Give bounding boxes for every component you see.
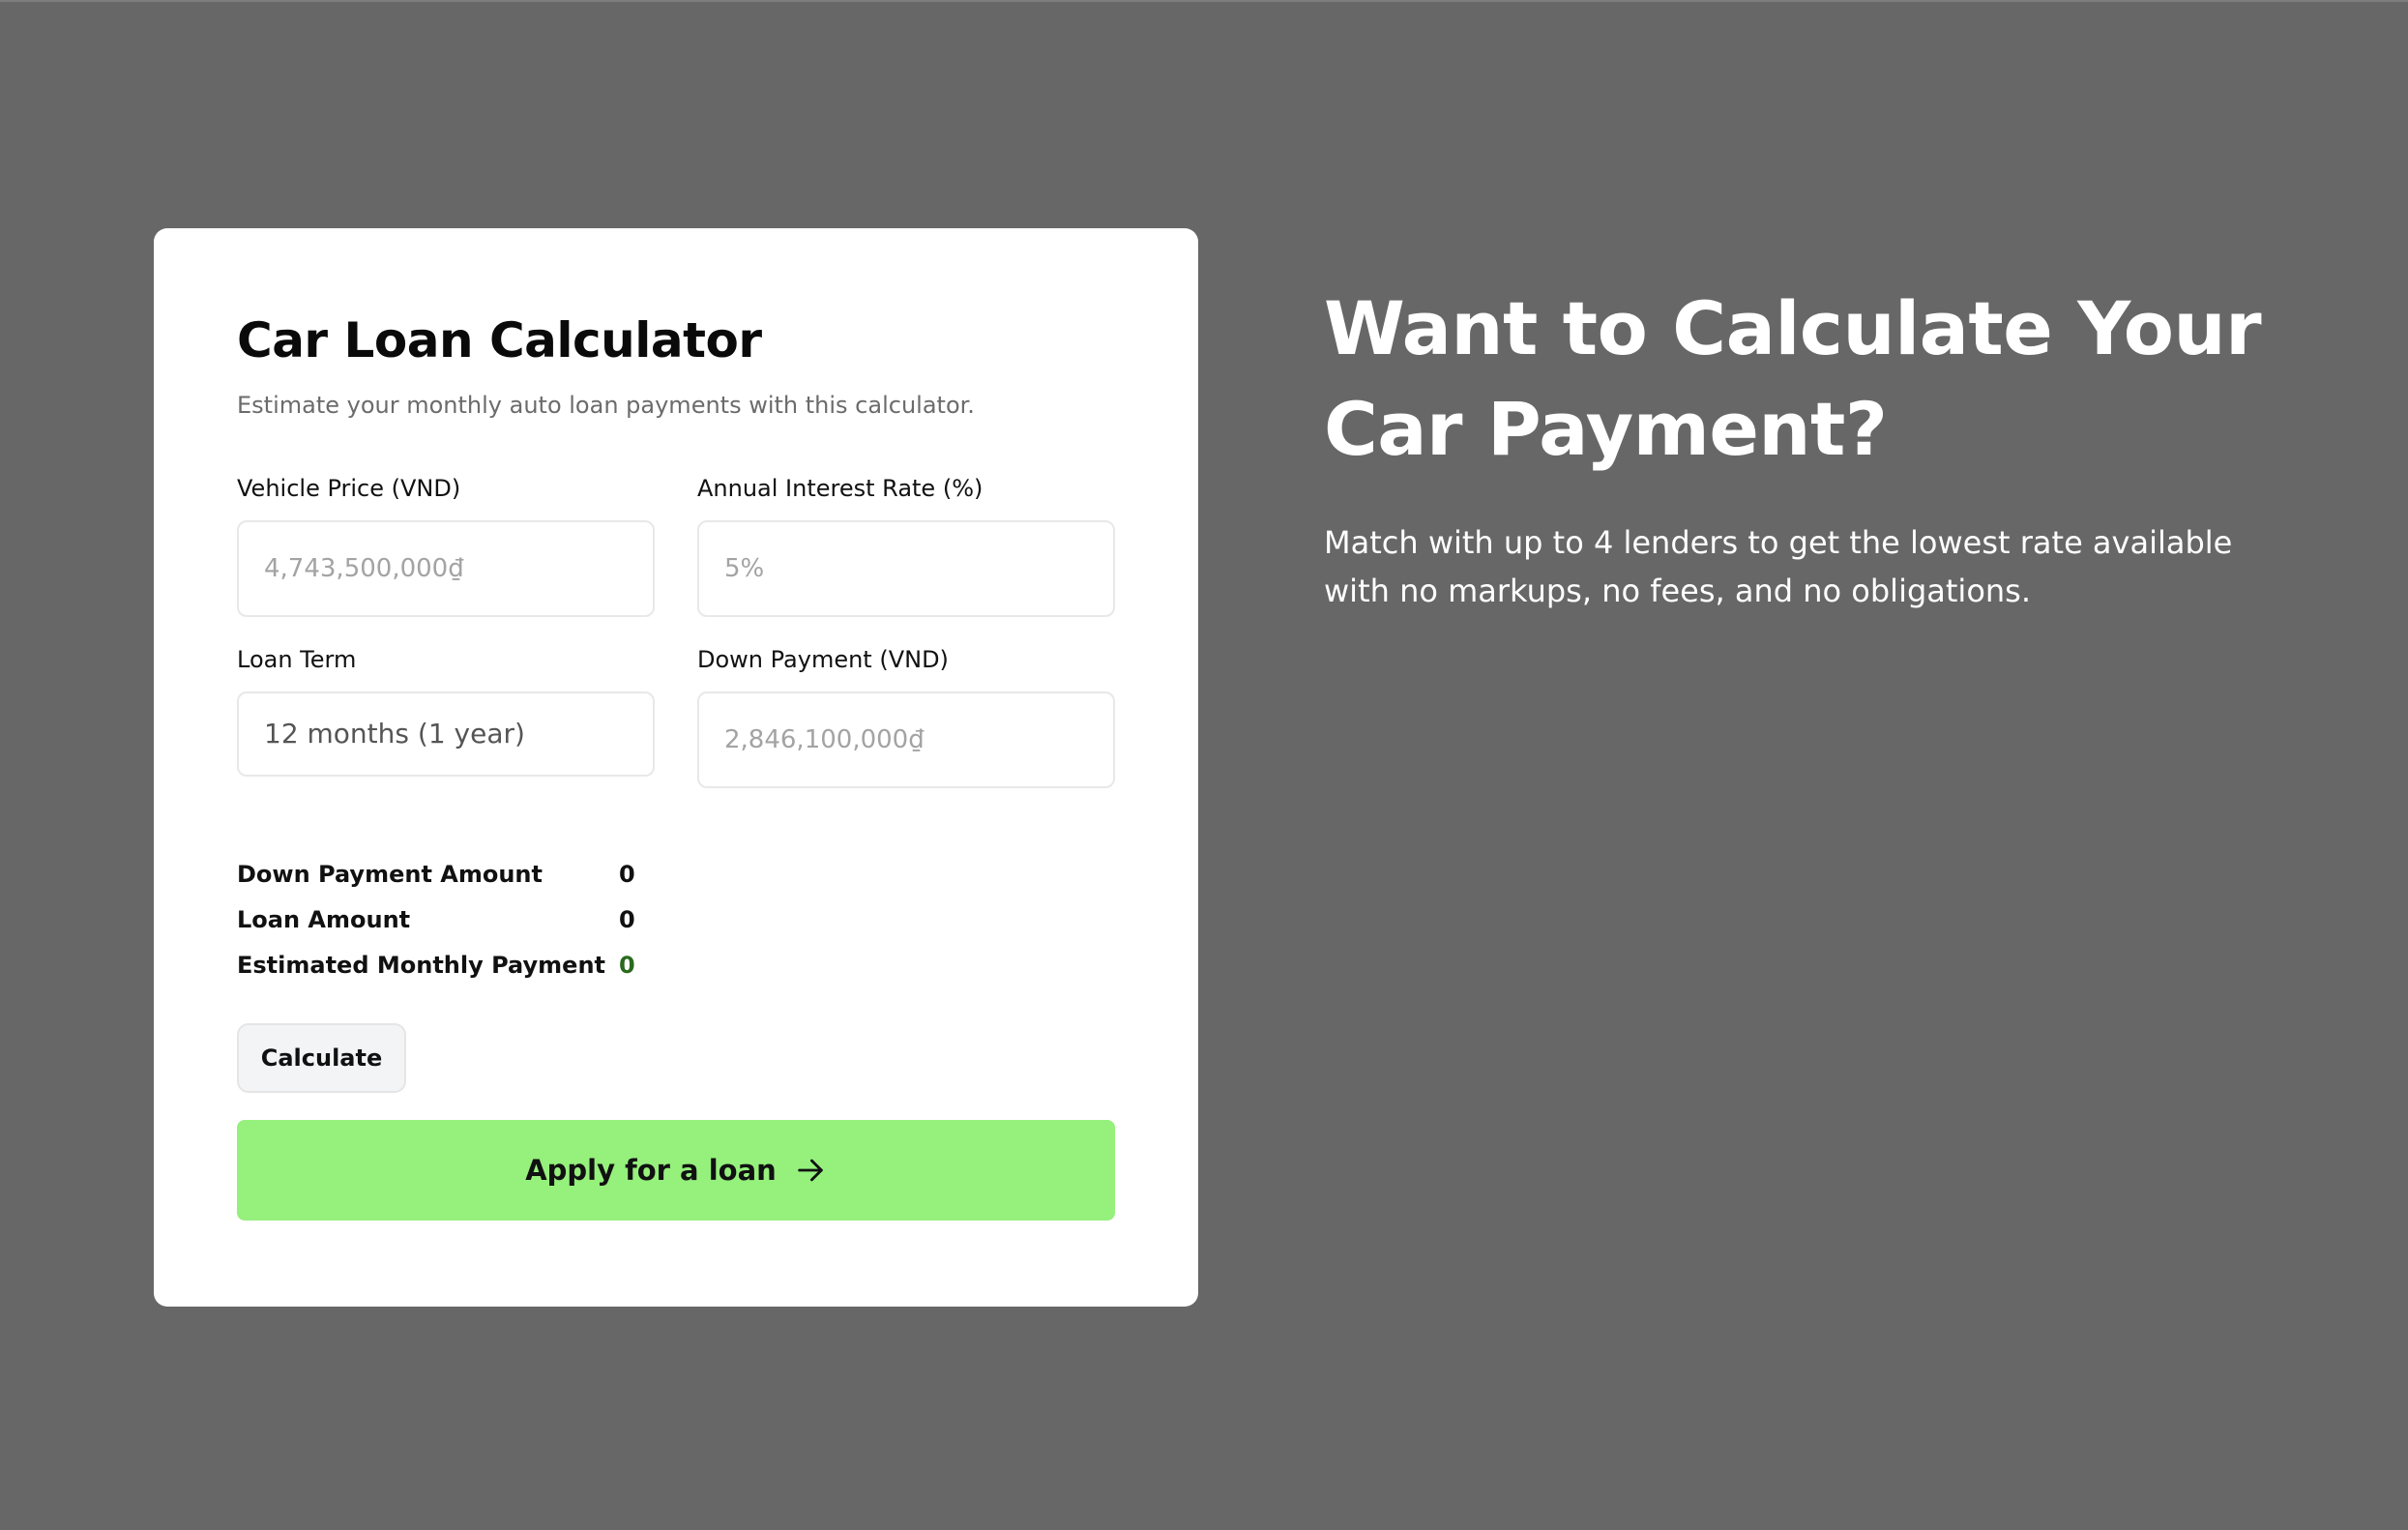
- arrow-right-icon: [798, 1159, 823, 1182]
- calculator-card: Car Loan Calculator Estimate your monthl…: [154, 228, 1198, 1307]
- down-payment-input[interactable]: [697, 691, 1115, 788]
- form-row-1: Vehicle Price (VND) Annual Interest Rate…: [237, 475, 1115, 617]
- hero-text: Match with up to 4 lenders to get the lo…: [1324, 524, 2233, 609]
- hero-section: Want to Calculate Your Car Payment? Matc…: [1324, 279, 2301, 615]
- down-payment-label: Down Payment (VND): [697, 645, 949, 673]
- loan-amount-label: Loan Amount: [237, 906, 411, 934]
- vehicle-price-input[interactable]: [237, 519, 655, 617]
- calculator-subtitle: Estimate your monthly auto loan payments…: [237, 392, 975, 419]
- monthly-payment-value: 0: [619, 952, 635, 980]
- interest-rate-label: Annual Interest Rate (%): [697, 475, 984, 503]
- down-payment-field-group: Down Payment (VND): [697, 646, 1115, 788]
- apply-loan-label: Apply for a loan: [525, 1153, 777, 1187]
- calculator-title: Car Loan Calculator: [237, 312, 762, 368]
- vehicle-price-field-group: Vehicle Price (VND): [237, 475, 655, 617]
- down-payment-amount-value: 0: [619, 861, 635, 889]
- result-row-monthly-payment: Estimated Monthly Payment 0: [237, 943, 1115, 988]
- form-row-2: Loan Term 12 months (1 year) Down Paymen…: [237, 646, 1115, 788]
- calculate-button[interactable]: Calculate: [237, 1022, 406, 1093]
- loan-term-field-group: Loan Term 12 months (1 year): [237, 646, 655, 788]
- interest-rate-input[interactable]: [697, 519, 1115, 617]
- down-payment-amount-label: Down Payment Amount: [237, 861, 543, 889]
- monthly-payment-label: Estimated Monthly Payment: [237, 952, 605, 980]
- apply-loan-button[interactable]: Apply for a loan: [237, 1119, 1115, 1221]
- results-summary: Down Payment Amount 0 Loan Amount 0 Esti…: [237, 852, 1115, 988]
- vehicle-price-label: Vehicle Price (VND): [237, 475, 461, 503]
- loan-term-label: Loan Term: [237, 645, 357, 673]
- hero-title: Want to Calculate Your Car Payment?: [1324, 285, 2262, 472]
- result-row-loan-amount: Loan Amount 0: [237, 897, 1115, 943]
- loan-term-select[interactable]: 12 months (1 year): [237, 691, 655, 777]
- interest-rate-field-group: Annual Interest Rate (%): [697, 475, 1115, 617]
- loan-amount-value: 0: [619, 906, 635, 934]
- result-row-down-payment: Down Payment Amount 0: [237, 852, 1115, 897]
